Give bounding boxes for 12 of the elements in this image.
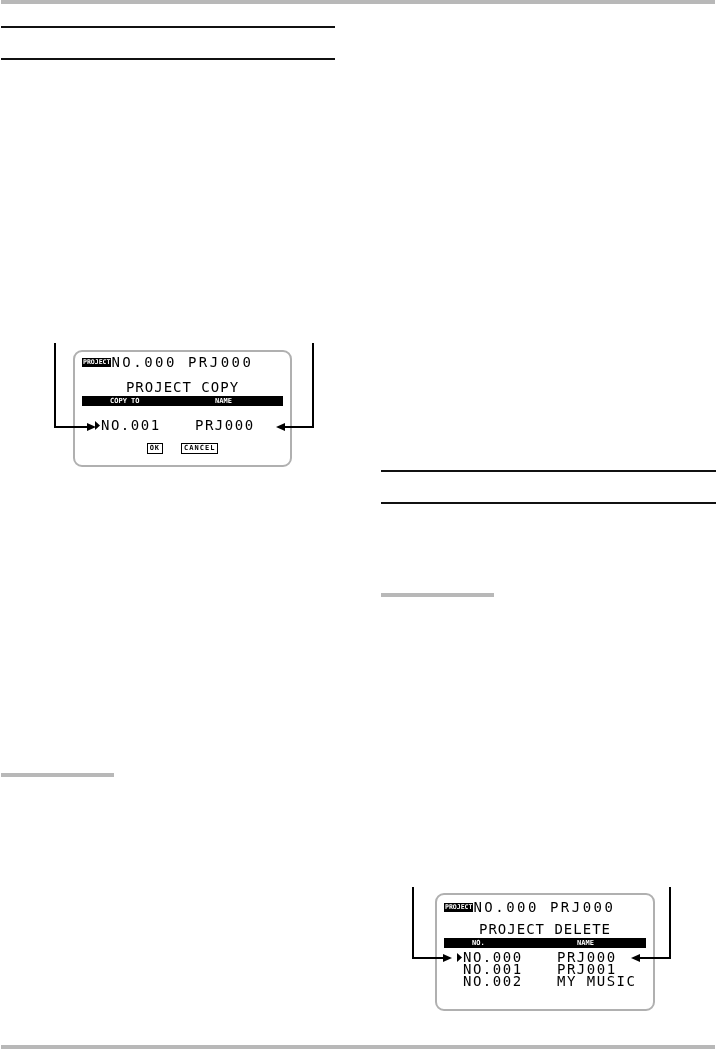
list-cell: PRJ000 [195, 419, 255, 431]
project-info-text: NO.000 PRJ000 [111, 357, 254, 368]
project-info-text: NO.000 PRJ000 [473, 902, 616, 913]
list-cell: NO.001 [463, 963, 523, 975]
list-cell: NO.002 [463, 975, 523, 987]
list-cell: NO.001 [101, 419, 161, 431]
list-cell: NO.000 [463, 951, 523, 963]
list-cell: PRJ000 [557, 951, 617, 963]
screen-title: PROJECT COPY [125, 380, 240, 394]
screen-title: PROJECT DELETE [479, 922, 611, 936]
list-cell: PRJ001 [557, 963, 617, 975]
list-cell: MY MUSIC [557, 975, 637, 987]
